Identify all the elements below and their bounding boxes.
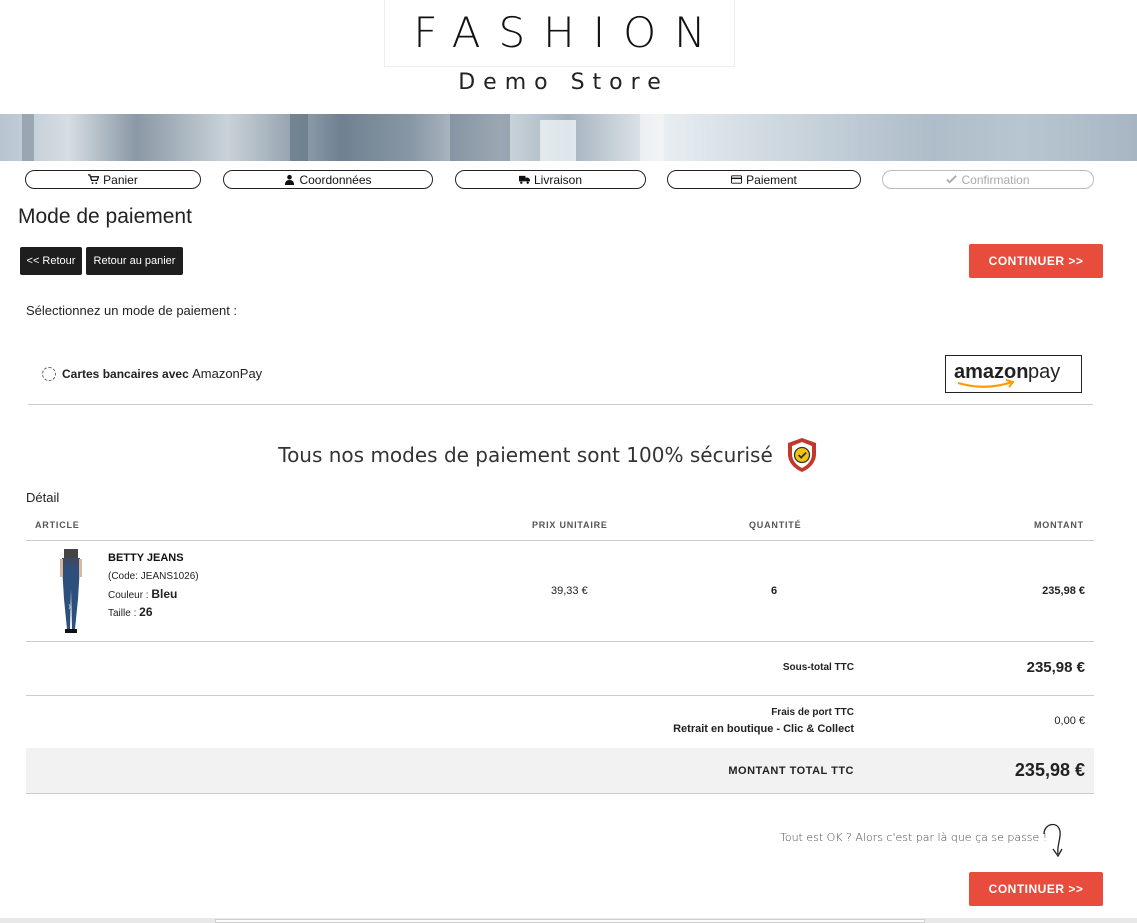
product-code: (Code: JEANS1026) — [108, 571, 199, 582]
product-color: Couleur : Bleu — [108, 587, 178, 601]
continue-button-top[interactable]: CONTINUER >> — [969, 244, 1103, 278]
subtotal-value: 235,98 € — [1026, 659, 1085, 676]
credit-card-icon — [731, 175, 743, 184]
product-image[interactable] — [50, 549, 92, 635]
column-header-quantity: QUANTITÉ — [749, 520, 802, 530]
pay-logo-text: pay — [1028, 361, 1060, 383]
unit-price: 39,33 € — [551, 585, 588, 597]
quantity: 6 — [771, 585, 778, 597]
check-icon — [946, 175, 958, 184]
line-amount: 235,98 € — [1042, 585, 1085, 597]
store-logo-subtitle[interactable]: Demo Store — [384, 70, 735, 95]
divider — [26, 641, 1094, 642]
step-label: Panier — [103, 172, 138, 187]
curved-arrow-icon — [1043, 823, 1063, 858]
back-to-cart-button[interactable]: Retour au panier — [86, 247, 183, 275]
column-header-unit-price: PRIX UNITAIRE — [532, 520, 608, 530]
payment-radio[interactable] — [42, 367, 56, 381]
step-panier[interactable]: Panier — [25, 170, 201, 189]
continue-button-bottom[interactable]: CONTINUER >> — [969, 872, 1103, 906]
step-label: Livraison — [533, 172, 583, 187]
shipping-label: Frais de port TTC — [771, 707, 854, 718]
payment-option-label: Cartes bancaires avec AmazonPay — [62, 366, 263, 381]
user-icon — [285, 174, 295, 185]
amazon-logo-text: amazon — [954, 361, 1028, 383]
amazon-pay-logo: amazon pay — [945, 355, 1082, 393]
step-label: Paiement — [746, 172, 797, 187]
payment-select-label: Sélectionnez un mode de paiement : — [26, 303, 238, 318]
page-title: Mode de paiement — [18, 205, 192, 228]
step-label: Confirmation — [961, 172, 1030, 187]
shipping-method: Retrait en boutique - Clic & Collect — [673, 723, 854, 735]
payment-option-amazonpay[interactable]: Cartes bancaires avec AmazonPay amazon p… — [28, 355, 1093, 405]
total-row — [26, 748, 1094, 794]
header-banner-image — [0, 114, 1137, 161]
detail-heading: Détail — [26, 490, 60, 505]
secure-text: Tous nos modes de paiement sont 100% séc… — [278, 443, 773, 467]
step-confirmation: Confirmation — [882, 170, 1094, 189]
back-button[interactable]: << Retour — [20, 247, 82, 275]
step-livraison[interactable]: Livraison — [455, 170, 646, 189]
product-name[interactable]: BETTY JEANS — [108, 552, 184, 564]
truck-icon — [518, 175, 530, 184]
subtotal-label: Sous-total TTC — [782, 662, 854, 673]
shield-check-icon — [787, 438, 816, 472]
product-size: Taille : 26 — [108, 605, 153, 619]
cart-icon — [88, 174, 100, 185]
store-logo-title[interactable]: FASHION — [384, 8, 735, 57]
hint-text: Tout est OK ? Alors c'est par là que ça … — [780, 831, 1048, 844]
step-label: Coordonnées — [299, 172, 372, 187]
shipping-value: 0,00 € — [1054, 715, 1085, 727]
total-label: MONTANT TOTAL TTC — [728, 765, 854, 777]
column-header-amount: MONTANT — [1034, 520, 1084, 530]
step-paiement[interactable]: Paiement — [667, 170, 861, 189]
divider — [26, 695, 1094, 696]
divider — [26, 540, 1094, 541]
total-value: 235,98 € — [1014, 760, 1085, 780]
horizontal-scrollbar[interactable] — [0, 918, 1137, 923]
step-coordonnees[interactable]: Coordonnées — [223, 170, 433, 189]
secure-payment-banner: Tous nos modes de paiement sont 100% séc… — [0, 436, 1137, 474]
column-header-article: ARTICLE — [35, 520, 80, 530]
